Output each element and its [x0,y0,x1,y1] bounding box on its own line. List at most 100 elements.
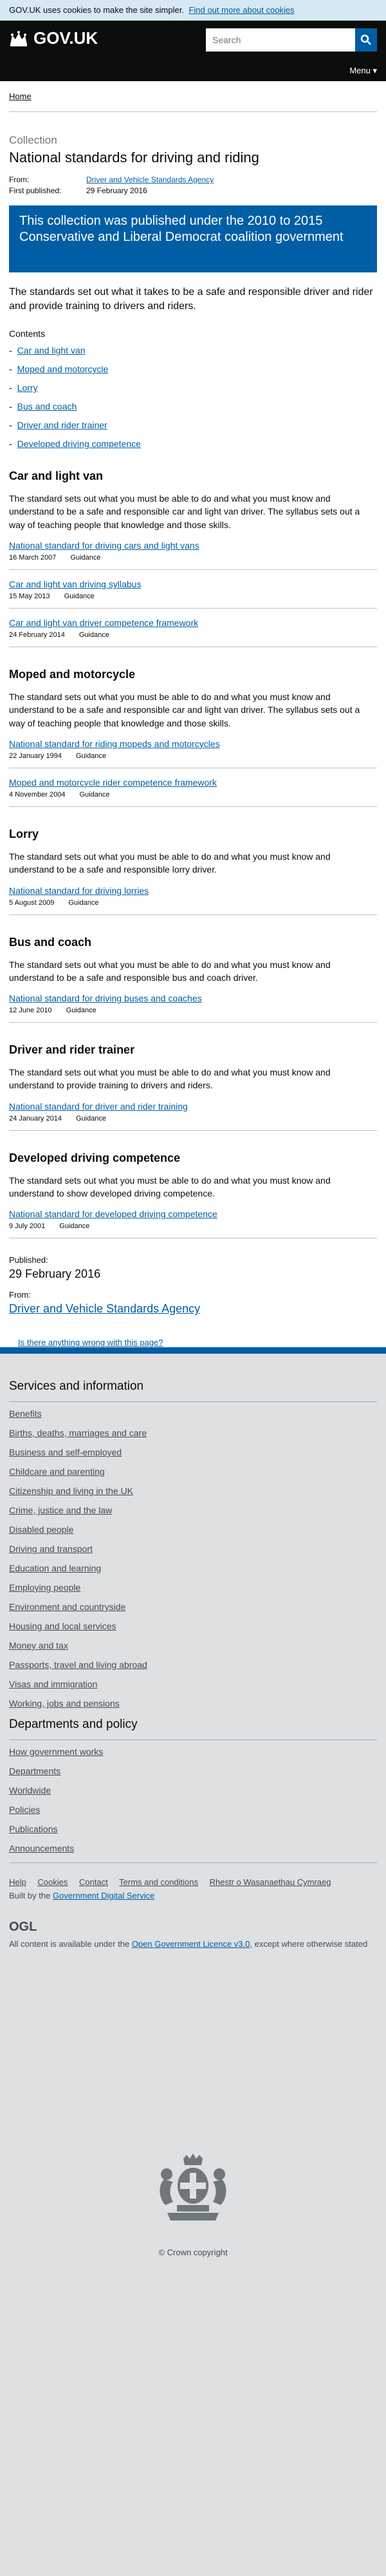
contents-link[interactable]: Car and light van [17,345,86,355]
licence-suffix: , except where otherwise stated [250,1939,368,1949]
section-heading: Driver and rider trainer [9,1043,135,1057]
contents-link[interactable]: Bus and coach [17,401,77,412]
footer-meta-link[interactable]: Cookies [37,1877,68,1887]
report-problem: Is there anything wrong with this page? [9,1338,377,1347]
footer-meta-link[interactable]: Help [9,1877,26,1887]
section-description: The standard sets out what you must be a… [9,1067,331,1091]
history-notice: This collection was published under the … [9,205,377,272]
footer-link[interactable]: Worldwide [9,1785,51,1795]
document-link[interactable]: National standard for driving lorries [9,886,149,896]
breadcrumb-home[interactable]: Home [9,91,32,101]
footer-meta-link[interactable]: Contact [79,1877,108,1887]
footer-link[interactable]: Disabled people [9,1524,73,1535]
breadcrumb: Home [9,81,377,112]
footer-link[interactable]: Working, jobs and pensions [9,1698,120,1709]
footer-link[interactable]: Departments [9,1766,60,1776]
footer-link[interactable]: Employing people [9,1582,80,1593]
document-link[interactable]: National standard for driving buses and … [9,993,202,1003]
footer-link[interactable]: Publications [9,1824,58,1834]
document-link[interactable]: National standard for riding mopeds and … [9,739,220,749]
published-info: Published: 29 February 2016 From: Driver… [9,1255,377,1316]
document-link[interactable]: National standard for driver and rider t… [9,1101,188,1112]
royal-crest-icon [151,2154,235,2234]
published-from-label: From: [9,1290,31,1300]
footer-link[interactable]: How government works [9,1747,103,1757]
document-type: Guidance [66,1007,96,1015]
document-type: Guidance [68,898,99,907]
published-from-link[interactable]: Driver and Vehicle Standards Agency [9,1302,200,1315]
licence-text: All content is available under the Open … [9,1938,377,1950]
document-date: 4 November 2004 [9,790,66,799]
document-date: 15 May 2013 [9,592,50,601]
from-link[interactable]: Driver and Vehicle Standards Agency [86,175,214,184]
document-item: Car and light van driver competence fram… [9,618,377,648]
contents-link[interactable]: Driver and rider trainer [17,420,107,430]
document-type: Guidance [79,790,110,799]
document-link[interactable]: Car and light van driver competence fram… [9,618,198,628]
section-trainer: Driver and rider trainer The standard se… [9,1043,377,1131]
document-type: Guidance [70,554,101,562]
footer-link[interactable]: Education and learning [9,1563,101,1573]
departments-title: Departments and policy [9,1718,377,1740]
cookie-info-link[interactable]: Find out more about cookies [189,5,295,15]
first-published-value: 29 February 2016 [86,186,147,195]
document-item: National standard for driving lorries 5 … [9,886,377,915]
document-link[interactable]: National standard for developed driving … [9,1209,217,1219]
footer-link[interactable]: Money and tax [9,1640,68,1651]
footer-link[interactable]: Business and self-employed [9,1447,122,1457]
document-link[interactable]: Car and light van driving syllabus [9,579,141,589]
footer-divider [9,1862,377,1863]
document-date: 5 August 2009 [9,898,55,907]
search-button[interactable] [355,28,377,52]
contents-item: - Driver and rider trainer [9,420,107,431]
section-heading: Developed driving competence [9,1151,181,1164]
govuk-logo[interactable]: GOV.UK [9,28,98,48]
section-description: The standard sets out what you must be a… [9,959,331,983]
footer-link[interactable]: Housing and local services [9,1621,116,1631]
footer-link[interactable]: Driving and transport [9,1544,93,1554]
document-date: 22 January 1994 [9,752,62,760]
gds-link[interactable]: Government Digital Service [53,1891,154,1900]
search-input[interactable] [206,28,355,52]
ogl-logo: OGL [9,1920,37,1934]
document-link[interactable]: National standard for driving cars and l… [9,540,199,551]
footer-link[interactable]: Childcare and parenting [9,1466,105,1477]
report-problem-link[interactable]: Is there anything wrong with this page? [18,1338,163,1347]
footer-link[interactable]: Births, deaths, marriages and care [9,1428,147,1438]
copyright: © Crown copyright [158,2248,228,2257]
page-title: National standards for driving and ridin… [9,149,259,166]
menu-button[interactable]: Menu ▾ [349,66,377,76]
section-lorry: Lorry The standard sets out what you mus… [9,828,377,915]
document-date: 12 June 2010 [9,1007,52,1015]
document-date: 24 January 2014 [9,1114,62,1122]
section-heading: Moped and motorcycle [9,668,136,681]
document-item: National standard for developed driving … [9,1209,377,1239]
contents-link[interactable]: Developed driving competence [17,439,141,449]
document-item: National standard for riding mopeds and … [9,739,377,768]
document-type: Guidance [59,1222,90,1231]
logo-text: GOV.UK [33,28,98,48]
document-link[interactable]: Moped and motorcycle rider competence fr… [9,777,217,788]
footer-link[interactable]: Benefits [9,1408,42,1419]
footer-meta-link[interactable]: Rhestr o Wasanaethau Cymraeg [210,1877,331,1887]
contents-link[interactable]: Lorry [17,383,38,393]
footer-link[interactable]: Passports, travel and living abroad [9,1660,147,1670]
licence-link[interactable]: Open Government Licence v3.0 [132,1939,250,1949]
footer-link[interactable]: Visas and immigration [9,1679,97,1689]
section-developed-competence: Developed driving competence The standar… [9,1151,377,1239]
footer-link[interactable]: Citizenship and living in the UK [9,1486,133,1496]
footer-link[interactable]: Environment and countryside [9,1602,125,1612]
footer-link[interactable]: Policies [9,1804,40,1815]
document-date: 9 July 2001 [9,1222,46,1231]
document-item: National standard for driving buses and … [9,993,377,1023]
document-date: 24 February 2014 [9,631,65,639]
document-item: Car and light van driving syllabus 15 Ma… [9,579,377,609]
services-list: Benefits Births, deaths, marriages and c… [9,1408,377,1709]
footer-link[interactable]: Announcements [9,1843,74,1853]
built-by-text: Built by the [9,1891,51,1900]
footer-meta-link[interactable]: Terms and conditions [119,1877,198,1887]
footer-link[interactable]: Crime, justice and the law [9,1505,112,1515]
contents-item: - Lorry [9,383,38,393]
contents-list: - Car and light van - Moped and motorcycle… [9,345,377,449]
contents-link[interactable]: Moped and motorcycle [17,364,109,374]
